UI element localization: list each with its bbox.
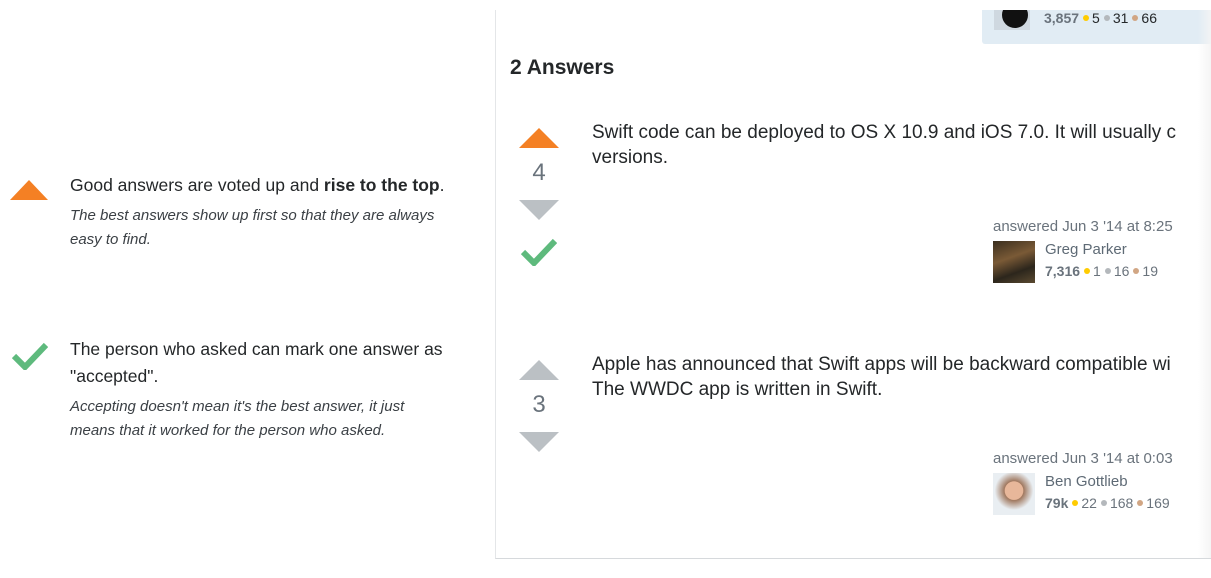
- silver-badge-icon: [1103, 15, 1110, 22]
- gold-badge-icon: [1084, 268, 1091, 275]
- user-name-link[interactable]: Ben Gottlieb: [1045, 473, 1128, 490]
- accepted-checkmark-icon: [518, 238, 560, 271]
- vote-count: 4: [532, 159, 546, 186]
- user-reputation: 79k 22 168 169: [1045, 495, 1170, 511]
- question-owner-card: 3,857 5 31 66: [982, 10, 1211, 44]
- bronze-badge-icon: [1132, 15, 1139, 22]
- vote-count: 3: [532, 391, 546, 418]
- vote-cell: 4: [518, 128, 560, 271]
- answer-signature: answered Jun 3 '14 at 8:25 Greg Parker 7…: [993, 218, 1193, 285]
- silver-badge-icon: [1100, 500, 1107, 507]
- explainer-accepting-headline: The person who asked can mark one answer…: [70, 339, 443, 386]
- downvote-button[interactable]: [519, 200, 559, 220]
- answer-body: Apple has announced that Swift apps will…: [592, 354, 1171, 400]
- scroll-fade-edge: [1198, 10, 1211, 558]
- avatar[interactable]: [994, 10, 1030, 30]
- checkmark-icon: [11, 342, 49, 375]
- avatar[interactable]: [993, 241, 1035, 283]
- answered-timestamp[interactable]: answered Jun 3 '14 at 0:03: [993, 450, 1193, 467]
- question-panel: 3,857 5 31 66 2 Answers 4 Swift code can be…: [495, 10, 1211, 559]
- answered-timestamp[interactable]: answered Jun 3 '14 at 8:25: [993, 218, 1193, 235]
- gold-badge-icon: [1083, 15, 1090, 22]
- gold-badge-icon: [1072, 500, 1079, 507]
- bronze-badge-icon: [1137, 500, 1144, 507]
- downvote-button[interactable]: [519, 432, 559, 452]
- avatar[interactable]: [993, 473, 1035, 515]
- silver-badge-icon: [1104, 268, 1111, 275]
- answers-count-heading: 2 Answers: [510, 56, 615, 79]
- explainer-voting-headline: Good answers are voted up and rise to th…: [70, 175, 445, 195]
- explainer-voting-detail: The best answers show up first so that t…: [70, 207, 435, 248]
- upvote-button[interactable]: [519, 360, 559, 380]
- up-arrow-icon: [10, 180, 48, 205]
- answer-body: Swift code can be deployed to OS X 10.9 …: [592, 122, 1177, 168]
- answer-signature: answered Jun 3 '14 at 0:03 Ben Gottlieb …: [993, 450, 1193, 517]
- owner-reputation: 3,857 5 31 66: [1044, 10, 1157, 26]
- user-name-link[interactable]: Greg Parker: [1045, 241, 1127, 258]
- explainer-accepting-detail: Accepting doesn't mean it's the best ans…: [70, 398, 405, 439]
- upvote-button[interactable]: [519, 128, 559, 148]
- user-reputation: 7,316 1 16 19: [1045, 263, 1158, 279]
- vote-cell: 3: [518, 360, 560, 452]
- bronze-badge-icon: [1133, 268, 1140, 275]
